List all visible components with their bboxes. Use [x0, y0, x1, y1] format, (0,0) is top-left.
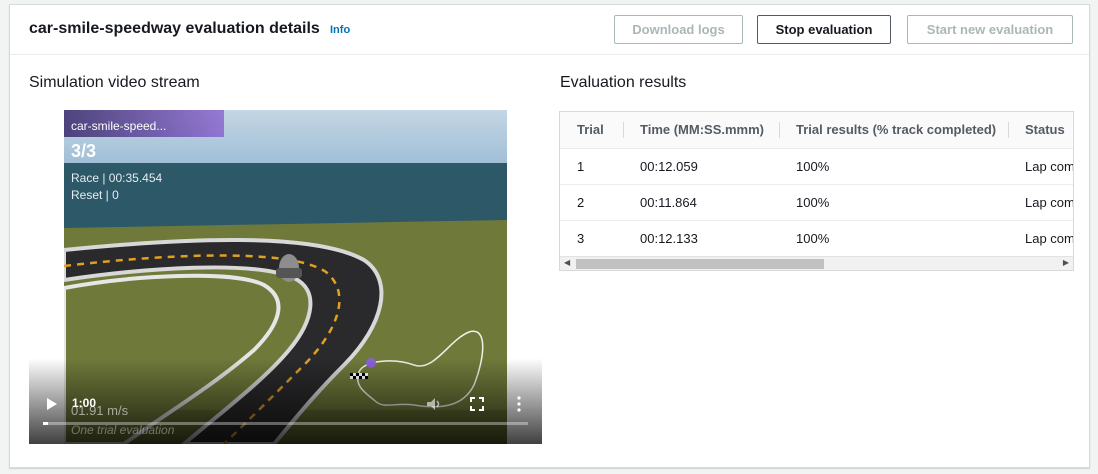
info-link[interactable]: Info: [330, 24, 350, 36]
overlay-race-time: Race | 00:35.454: [71, 171, 163, 185]
page-title: car-smile-speedway evaluation details: [29, 20, 320, 37]
cell-time: 00:11.864: [623, 184, 779, 221]
scroll-left-icon[interactable]: ◀: [564, 258, 570, 267]
cell-status: Lap com: [1008, 184, 1073, 221]
play-icon: [47, 398, 57, 410]
video-timeline[interactable]: [43, 422, 528, 425]
column-header-status[interactable]: Status: [1008, 112, 1073, 149]
column-separator: [779, 122, 780, 138]
video-timeline-progress: [43, 422, 48, 425]
column-header-status-label: Status: [1025, 122, 1065, 138]
scroll-right-icon[interactable]: ▶: [1063, 258, 1069, 267]
cell-trial: 1: [560, 148, 623, 185]
start-new-evaluation-button[interactable]: Start new evaluation: [907, 15, 1073, 44]
simulation-video-player[interactable]: car-smile-speed... 3/3 Race | 00:35.454 …: [29, 110, 542, 444]
column-header-time-label: Time (MM:SS.mmm): [640, 122, 764, 138]
video-time: 1:00: [72, 396, 97, 410]
scrollbar-thumb[interactable]: [576, 259, 824, 269]
column-header-trial-results-label: Trial results (% track completed): [796, 122, 997, 138]
horizontal-scrollbar[interactable]: ◀ ▶: [560, 256, 1073, 270]
table-header-row: Trial Time (MM:SS.mmm) Trial results (% …: [560, 112, 1073, 149]
overlay-trial-text: One trial evaluation: [71, 423, 175, 437]
cell-trial: 2: [560, 184, 623, 221]
cell-time: 00:12.059: [623, 148, 779, 185]
overlay-model-name: car-smile-speed...: [71, 119, 167, 133]
cell-time: 00:12.133: [623, 220, 779, 257]
cell-result: 100%: [779, 148, 1008, 185]
cell-result: 100%: [779, 184, 1008, 221]
overlay-reset-count: Reset | 0: [71, 188, 119, 202]
column-header-trial[interactable]: Trial: [560, 112, 623, 149]
table-row: 1 00:12.059 100% Lap com: [560, 148, 1073, 185]
cell-result: 100%: [779, 220, 1008, 257]
results-section-title: Evaluation results: [560, 74, 687, 91]
play-button[interactable]: [46, 397, 58, 416]
overlay-lap-count: 3/3: [71, 141, 97, 161]
more-vertical-icon: [517, 396, 521, 412]
evaluation-details-panel: car-smile-speedway evaluation details In…: [9, 4, 1090, 468]
column-header-time[interactable]: Time (MM:SS.mmm): [623, 112, 779, 149]
more-options-button[interactable]: [517, 396, 521, 417]
download-logs-button[interactable]: Download logs: [614, 15, 743, 44]
volume-icon: [427, 398, 440, 410]
table-row: 3 00:12.133 100% Lap com: [560, 220, 1073, 257]
fullscreen-button[interactable]: [470, 397, 484, 416]
cell-status: Lap com: [1008, 148, 1073, 185]
table-row: 2 00:11.864 100% Lap com: [560, 184, 1073, 221]
cell-status: Lap com: [1008, 220, 1073, 257]
video-section-title: Simulation video stream: [29, 74, 200, 91]
column-separator: [1008, 122, 1009, 138]
column-header-trial-results[interactable]: Trial results (% track completed): [779, 112, 1008, 149]
evaluation-results-table: Trial Time (MM:SS.mmm) Trial results (% …: [559, 111, 1074, 271]
fullscreen-icon: [470, 397, 484, 411]
panel-header: car-smile-speedway evaluation details In…: [10, 5, 1089, 55]
stop-evaluation-button[interactable]: Stop evaluation: [757, 15, 891, 44]
cell-trial: 3: [560, 220, 623, 257]
column-separator: [623, 122, 624, 138]
mute-button[interactable]: [426, 397, 442, 416]
